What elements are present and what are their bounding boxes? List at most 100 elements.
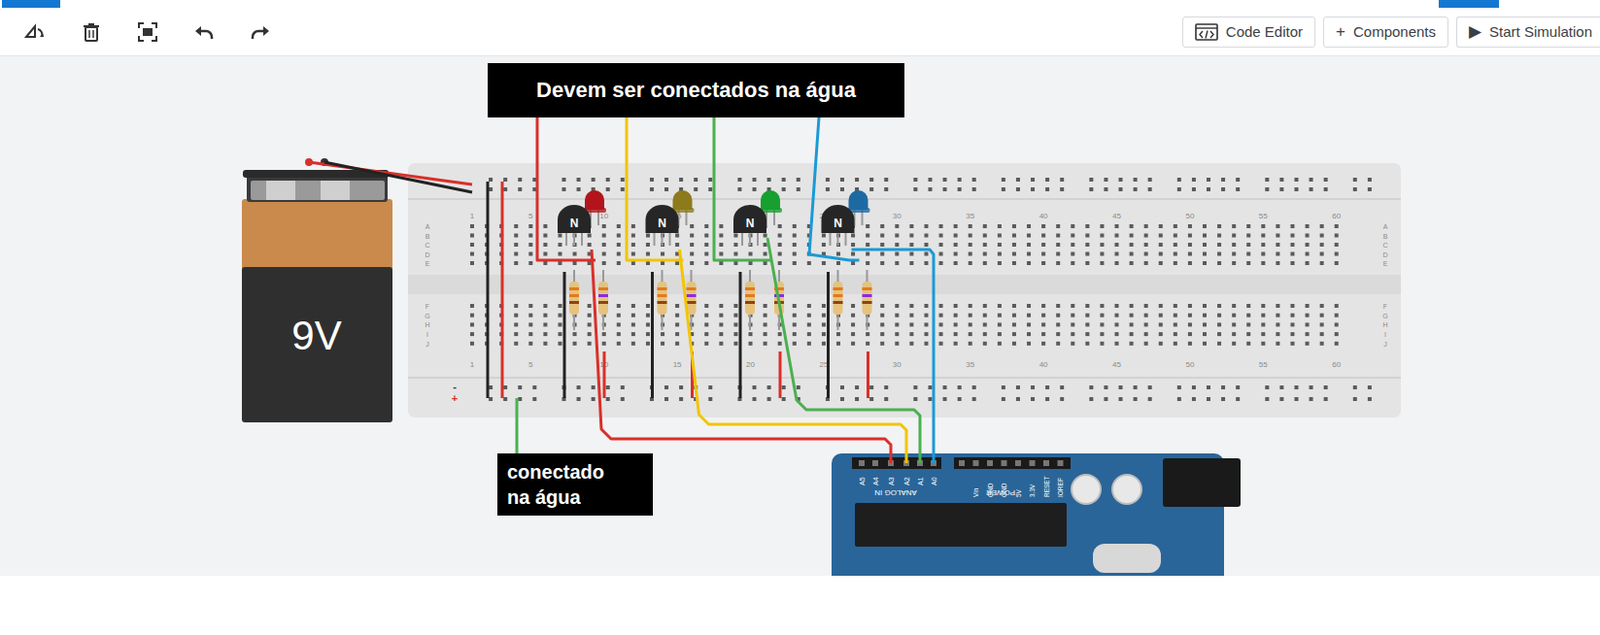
hole[interactable] (880, 252, 885, 257)
hole[interactable] (1231, 313, 1236, 318)
hole[interactable] (532, 397, 537, 402)
hole[interactable] (869, 177, 874, 182)
hole[interactable] (1235, 187, 1240, 192)
hole[interactable] (1070, 341, 1075, 346)
hole[interactable] (836, 252, 841, 257)
hole[interactable] (763, 313, 768, 318)
hole[interactable] (1115, 313, 1120, 318)
hole[interactable] (528, 304, 533, 308)
hole[interactable] (1246, 252, 1251, 257)
hole[interactable] (733, 242, 738, 247)
hole[interactable] (968, 341, 973, 346)
hole[interactable] (543, 242, 547, 247)
hole[interactable] (1246, 242, 1251, 247)
hole[interactable] (778, 234, 783, 239)
hole[interactable] (939, 341, 944, 346)
hole[interactable] (997, 224, 1002, 229)
hole[interactable] (1055, 304, 1060, 308)
battery-wire-positive[interactable] (308, 162, 473, 185)
hole[interactable] (1260, 234, 1265, 239)
hole[interactable] (1148, 187, 1153, 192)
hole[interactable] (1188, 224, 1192, 229)
hole[interactable] (1030, 187, 1035, 192)
hole[interactable] (1191, 177, 1196, 182)
undo-button[interactable] (190, 18, 218, 46)
hole[interactable] (704, 341, 709, 346)
hole[interactable] (1177, 177, 1182, 182)
hole[interactable] (532, 385, 537, 390)
hole[interactable] (1115, 261, 1120, 266)
hole[interactable] (1235, 397, 1240, 402)
hole[interactable] (1334, 322, 1339, 327)
hole[interactable] (1103, 385, 1108, 390)
hole[interactable] (1173, 224, 1178, 229)
hole[interactable] (557, 242, 562, 247)
hole[interactable] (649, 187, 654, 192)
hole[interactable] (1293, 385, 1298, 390)
hole[interactable] (1231, 252, 1236, 257)
hole[interactable] (792, 322, 797, 327)
hole[interactable] (778, 261, 783, 266)
hole[interactable] (1217, 341, 1222, 346)
hole[interactable] (1293, 397, 1298, 402)
hole[interactable] (1188, 234, 1192, 239)
hole[interactable] (752, 187, 757, 192)
hole[interactable] (1045, 187, 1050, 192)
hole[interactable] (1275, 224, 1280, 229)
hole[interactable] (778, 224, 783, 229)
hole[interactable] (718, 224, 723, 229)
hole[interactable] (851, 332, 855, 337)
hole[interactable] (1099, 322, 1104, 327)
hole[interactable] (1279, 397, 1284, 402)
hole[interactable] (1246, 322, 1251, 327)
hole[interactable] (1260, 313, 1265, 318)
hole[interactable] (513, 332, 518, 337)
hole[interactable] (913, 397, 918, 402)
hole[interactable] (1235, 385, 1240, 390)
pin[interactable] (872, 460, 879, 467)
hole[interactable] (513, 304, 518, 308)
hole[interactable] (1221, 187, 1226, 192)
arduino-uno[interactable]: A5A4A3A2A1A0ANALOG INVinGNDGND5V3.3VRESE… (831, 453, 1241, 577)
hole[interactable] (704, 252, 709, 257)
pin[interactable] (1029, 460, 1036, 467)
signal-wire[interactable] (851, 249, 935, 464)
hole[interactable] (646, 261, 650, 266)
hole[interactable] (616, 261, 621, 266)
hole[interactable] (1115, 322, 1120, 327)
hole[interactable] (1115, 252, 1120, 257)
hole[interactable] (909, 341, 914, 346)
hole[interactable] (1133, 177, 1138, 182)
hole[interactable] (880, 261, 885, 266)
hole[interactable] (1353, 397, 1358, 402)
pin[interactable] (973, 460, 980, 467)
hole[interactable] (1173, 304, 1178, 308)
hole[interactable] (1305, 304, 1310, 308)
hole[interactable] (1059, 397, 1064, 402)
hole[interactable] (1309, 187, 1314, 192)
hole[interactable] (1202, 332, 1207, 337)
hole[interactable] (646, 322, 650, 327)
hole[interactable] (1144, 322, 1149, 327)
hole[interactable] (543, 341, 547, 346)
hole[interactable] (577, 187, 581, 192)
hole[interactable] (616, 341, 621, 346)
hole[interactable] (1041, 304, 1046, 308)
hole[interactable] (1305, 224, 1310, 229)
hole[interactable] (1217, 242, 1222, 247)
hole[interactable] (953, 322, 958, 327)
hole[interactable] (587, 313, 592, 318)
hole[interactable] (517, 397, 522, 402)
hole[interactable] (616, 322, 621, 327)
hole[interactable] (880, 313, 885, 318)
hole[interactable] (763, 322, 768, 327)
hole[interactable] (869, 187, 874, 192)
hole[interactable] (840, 187, 845, 192)
hole[interactable] (513, 341, 518, 346)
hole[interactable] (923, 341, 928, 346)
hole[interactable] (1320, 304, 1325, 308)
hole[interactable] (1001, 385, 1006, 390)
hole[interactable] (616, 242, 621, 247)
ground-jumper[interactable] (650, 272, 654, 399)
hole[interactable] (923, 313, 928, 318)
